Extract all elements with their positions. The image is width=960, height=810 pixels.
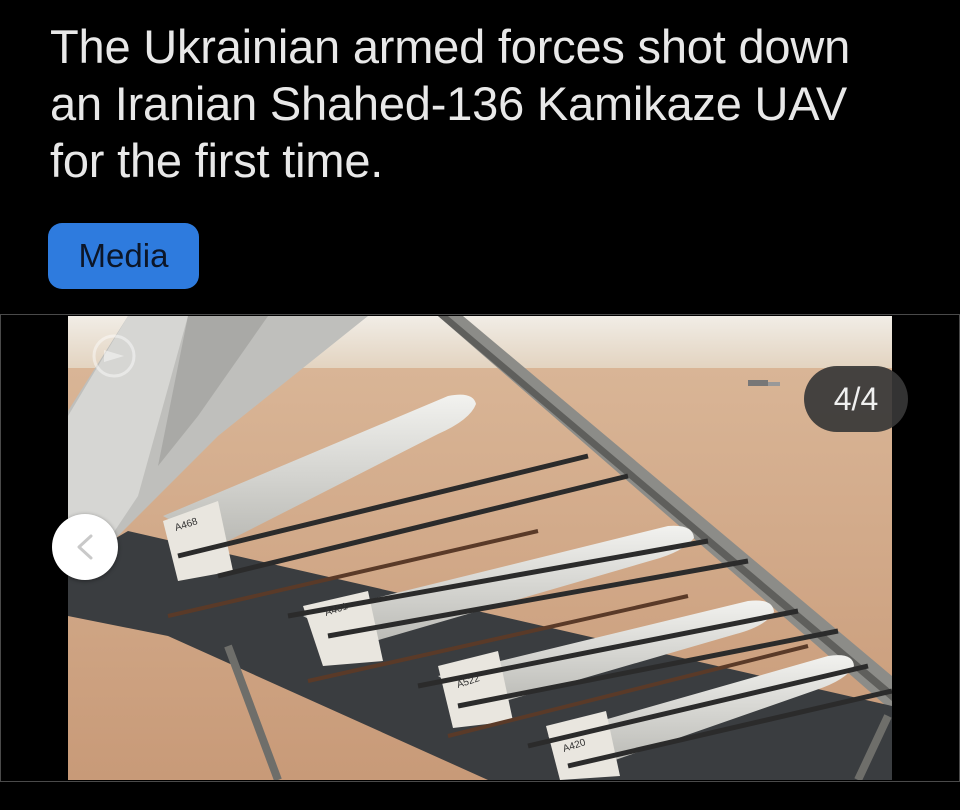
gallery-image[interactable]: A468 A401 A522 A420 <box>68 316 892 780</box>
chevron-left-icon <box>77 534 93 560</box>
post-headline: The Ukrainian armed forces shot down an … <box>50 20 851 187</box>
gallery-counter-badge: 4/4 <box>804 366 908 432</box>
media-tag-button[interactable]: Media <box>48 223 199 289</box>
gallery-prev-button[interactable] <box>52 514 118 580</box>
